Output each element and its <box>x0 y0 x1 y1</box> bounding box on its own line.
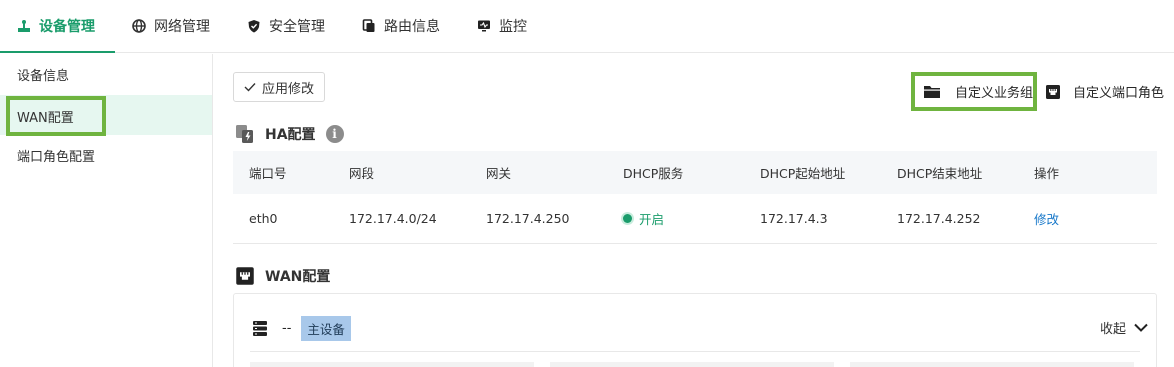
ha-config-icon <box>236 125 253 143</box>
cell-action: 修改 <box>1018 209 1157 228</box>
top-nav: 设备管理 网络管理 安全管理 路由信息 监控 <box>0 0 1174 53</box>
device-management-icon <box>18 20 30 32</box>
wan-device-card: -- 主设备 收起 <box>233 293 1157 367</box>
cell-port: eth0 <box>249 211 278 226</box>
wan-sub-panel <box>850 362 1134 367</box>
cell-dhcp: 开启 <box>607 209 744 228</box>
column-header-dhcp-start: DHCP起始地址 <box>760 166 846 181</box>
port-icon <box>1046 84 1060 99</box>
cell-segment: 172.17.4.0/24 <box>349 211 437 226</box>
route-icon <box>362 19 375 32</box>
apply-changes-button[interactable]: 应用修改 <box>233 72 325 102</box>
dhcp-status-label: 开启 <box>639 212 665 227</box>
collapse-button[interactable]: 收起 <box>1100 318 1148 337</box>
sidebar-item-device-info[interactable]: 设备信息 <box>0 54 212 94</box>
sidebar-item-label: WAN配置 <box>17 110 74 126</box>
ha-table: 端口号 网段 网关 DHCP服务 DHCP起始地址 DHCP结束地址 操作 et… <box>233 151 1157 244</box>
apply-changes-label: 应用修改 <box>261 81 314 97</box>
edit-link[interactable]: 修改 <box>1034 212 1059 227</box>
sidebar: 设备信息 WAN配置 端口角色配置 <box>0 54 213 367</box>
wan-sub-panel <box>550 362 834 367</box>
custom-business-group-button[interactable]: 自定义业务组 <box>911 72 1037 111</box>
custom-port-role-label: 自定义端口角色 <box>1073 86 1165 101</box>
tab-device-management[interactable]: 设备管理 <box>0 0 115 53</box>
check-icon <box>244 83 256 92</box>
sidebar-item-port-role-config[interactable]: 端口角色配置 <box>0 135 212 175</box>
tab-label: 安全管理 <box>269 19 325 35</box>
ha-section-title: HA配置 <box>265 127 316 143</box>
server-icon <box>253 321 267 336</box>
tab-label: 设备管理 <box>39 19 95 35</box>
custom-port-role-button[interactable]: 自定义端口角色 <box>1045 82 1164 101</box>
chevron-down-icon <box>1134 323 1148 332</box>
folder-icon <box>924 85 940 98</box>
monitor-icon <box>478 20 490 32</box>
tab-network-management[interactable]: 网络管理 <box>115 0 230 52</box>
column-header-gateway: 网关 <box>486 166 512 181</box>
wan-section-header: WAN配置 <box>235 266 330 286</box>
wan-sub-panel <box>250 362 534 367</box>
tab-monitor[interactable]: 监控 <box>460 0 547 52</box>
tab-label: 监控 <box>499 19 527 35</box>
table-header: 端口号 网段 网关 DHCP服务 DHCP起始地址 DHCP结束地址 操作 <box>233 151 1157 194</box>
divider <box>250 351 1140 352</box>
status-dot-icon <box>623 214 632 223</box>
column-header-segment: 网段 <box>349 166 375 181</box>
tab-label: 网络管理 <box>154 19 210 35</box>
main-device-badge: 主设备 <box>301 316 351 341</box>
shield-icon <box>248 20 260 33</box>
cell-gateway: 172.17.4.250 <box>486 211 570 226</box>
column-header-dhcp-end: DHCP结束地址 <box>897 166 983 181</box>
globe-icon <box>132 19 146 33</box>
tab-route-info[interactable]: 路由信息 <box>345 0 460 52</box>
sidebar-item-label: 设备信息 <box>17 68 70 84</box>
column-header-action: 操作 <box>1034 166 1060 181</box>
ha-section-header: HA配置 i <box>235 124 344 144</box>
tab-label: 路由信息 <box>384 19 440 35</box>
device-name: -- <box>282 321 292 336</box>
sidebar-item-wan-config[interactable]: WAN配置 <box>6 96 106 136</box>
info-icon[interactable]: i <box>325 125 344 143</box>
collapse-label: 收起 <box>1099 322 1126 337</box>
wan-device-header: -- 主设备 <box>252 316 351 341</box>
cell-dhcp-start: 172.17.4.3 <box>760 211 828 226</box>
custom-business-group-label: 自定义业务组 <box>955 86 1034 101</box>
port-icon <box>236 267 254 285</box>
tab-security-management[interactable]: 安全管理 <box>230 0 345 52</box>
sidebar-item-label: 端口角色配置 <box>17 149 96 165</box>
wan-section-title: WAN配置 <box>265 269 331 285</box>
column-header-dhcp: DHCP服务 <box>623 166 684 181</box>
dhcp-status: 开启 <box>623 209 744 228</box>
cell-dhcp-end: 172.17.4.252 <box>897 211 981 226</box>
column-header-port: 端口号 <box>249 166 287 181</box>
table-row: eth0 172.17.4.0/24 172.17.4.250 开启 172.1… <box>233 194 1157 244</box>
